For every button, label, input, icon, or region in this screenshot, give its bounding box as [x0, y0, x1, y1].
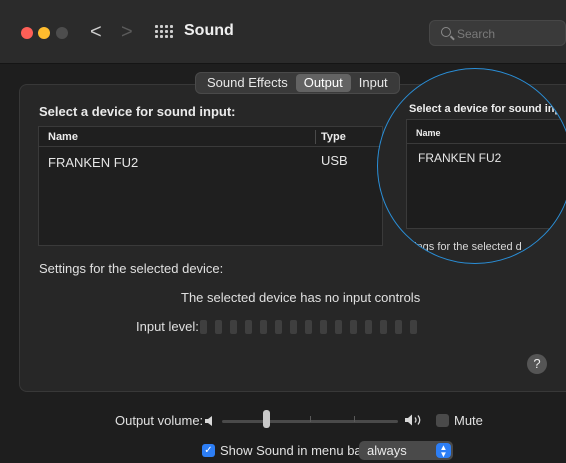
level-segment	[275, 320, 282, 334]
output-volume-label: Output volume:	[115, 413, 204, 428]
title-bar: < > Sound	[0, 0, 566, 64]
speaker-low-icon	[205, 416, 212, 426]
zoom-callout: Select a device for sound inp Name FRANK…	[377, 68, 566, 264]
show-all-grid-icon[interactable]	[155, 25, 173, 39]
search-icon	[441, 27, 451, 37]
level-segment	[260, 320, 267, 334]
level-segment	[350, 320, 357, 334]
callout-heading: Select a device for sound inp	[409, 103, 562, 115]
level-segment	[305, 320, 312, 334]
show-in-menu-bar-checkbox[interactable]: ✓	[202, 444, 215, 457]
no-controls-message: The selected device has no input control…	[181, 290, 421, 305]
table-row[interactable]: FRANKEN FU2 USB	[39, 147, 382, 170]
help-button[interactable]: ?	[527, 354, 547, 374]
level-segment	[395, 320, 402, 334]
menu-bar-visibility-select[interactable]: always ▲ ▼	[359, 441, 453, 460]
select-value: always	[367, 443, 407, 458]
slider-tick	[310, 416, 311, 422]
callout-device-name: FRANKEN FU2	[418, 151, 502, 165]
close-button[interactable]	[21, 27, 33, 39]
level-segment	[320, 320, 327, 334]
show-in-menu-bar-label: Show Sound in menu bar	[220, 443, 366, 458]
input-device-table: Name Type FRANKEN FU2 USB	[38, 126, 383, 246]
tab-sound-effects[interactable]: Sound Effects	[199, 74, 296, 92]
speaker-high-icon	[405, 414, 421, 426]
level-segment	[245, 320, 252, 334]
device-name: FRANKEN FU2	[48, 155, 139, 170]
output-volume-slider-knob[interactable]	[263, 410, 270, 428]
level-segment	[230, 320, 237, 334]
level-segment	[215, 320, 222, 334]
tab-bar: Sound Effects Output Input	[195, 72, 400, 94]
input-level-meter	[200, 320, 417, 334]
level-segment	[200, 320, 207, 334]
settings-heading: Settings for the selected device:	[39, 261, 224, 276]
tab-output[interactable]: Output	[295, 74, 351, 92]
column-divider	[315, 130, 316, 144]
device-type: USB	[321, 153, 348, 168]
level-segment	[290, 320, 297, 334]
back-button[interactable]: <	[90, 22, 102, 42]
level-segment	[380, 320, 387, 334]
window-title: Sound	[184, 22, 234, 39]
level-segment	[410, 320, 417, 334]
chevron-updown-icon: ▲ ▼	[436, 443, 451, 459]
level-segment	[365, 320, 372, 334]
forward-button[interactable]: >	[121, 22, 133, 42]
column-header-type[interactable]: Type	[321, 131, 346, 143]
tab-input[interactable]: Input	[351, 74, 396, 92]
search-field[interactable]	[429, 20, 566, 46]
callout-divider	[407, 143, 566, 144]
slider-tick	[354, 416, 355, 422]
zoom-button[interactable]	[56, 27, 68, 39]
column-header-name[interactable]: Name	[48, 131, 78, 143]
minimize-button[interactable]	[38, 27, 50, 39]
level-segment	[335, 320, 342, 334]
callout-settings-text: ttings for the selected d	[408, 241, 522, 253]
mute-checkbox[interactable]	[436, 414, 449, 427]
callout-table: Name FRANKEN FU2	[406, 119, 566, 229]
mute-label: Mute	[454, 413, 483, 428]
callout-column-name: Name	[416, 128, 441, 138]
search-input[interactable]	[457, 25, 557, 42]
input-device-heading: Select a device for sound input:	[39, 104, 236, 119]
input-level-label: Input level:	[136, 319, 199, 334]
table-header: Name Type	[39, 127, 382, 147]
